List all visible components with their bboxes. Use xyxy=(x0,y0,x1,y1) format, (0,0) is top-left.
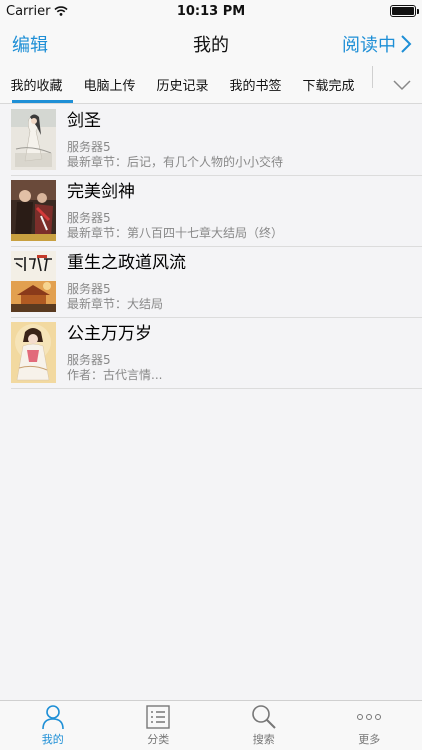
reading-label: 阅读中 xyxy=(342,35,396,56)
tabbar-label: 更多 xyxy=(358,733,381,746)
tab-divider xyxy=(372,66,373,88)
more-icon xyxy=(356,703,382,731)
book-latest-chapter: 最新章节：后记，有几个人物的小小交待 xyxy=(67,155,284,169)
book-cover xyxy=(11,251,56,312)
book-latest-chapter: 最新章节：大结局 xyxy=(67,297,164,311)
tab-downloaded[interactable]: 下载完成 xyxy=(292,66,365,103)
book-row[interactable]: 剑圣 服务器5 最新章节：后记，有几个人物的小小交待 xyxy=(0,105,422,176)
book-title: 重生之政道风流 xyxy=(67,253,186,273)
book-list: 剑圣 服务器5 最新章节：后记，有几个人物的小小交待 完美剑神 服务器5 最新章… xyxy=(0,105,422,389)
bottom-tab-bar: 我的 分类 搜索 更多 xyxy=(0,700,422,750)
book-server: 服务器5 xyxy=(67,140,111,154)
expand-tabs-button[interactable] xyxy=(382,66,422,103)
book-title: 剑圣 xyxy=(67,111,101,131)
category-tab-strip: 我的收藏 电脑上传 历史记录 我的书签 下载完成 xyxy=(0,66,422,104)
tab-list: 我的收藏 电脑上传 历史记录 我的书签 下载完成 xyxy=(0,66,382,103)
carrier-label: Carrier xyxy=(6,3,51,19)
tabbar-more[interactable]: 更多 xyxy=(317,701,422,750)
tabbar-label: 分类 xyxy=(147,733,170,746)
tab-history[interactable]: 历史记录 xyxy=(146,66,219,103)
carrier-group: Carrier xyxy=(6,3,69,19)
book-row[interactable]: 公主万万岁 服务器5 作者：古代言情... xyxy=(0,318,422,389)
book-title: 完美剑神 xyxy=(67,182,135,202)
search-icon xyxy=(251,703,277,731)
tab-label: 下载完成 xyxy=(302,79,355,94)
wifi-icon xyxy=(54,6,69,16)
tabbar-label: 搜索 xyxy=(252,733,275,746)
book-row[interactable]: 完美剑神 服务器5 最新章节：第八百四十七章大结局（终） xyxy=(0,176,422,247)
chevron-right-icon xyxy=(401,35,412,53)
book-info: 重生之政道风流 服务器5 最新章节：大结局 xyxy=(67,251,186,312)
book-info: 公主万万岁 服务器5 作者：古代言情... xyxy=(67,322,162,383)
book-cover xyxy=(11,109,56,170)
tab-label: 我的收藏 xyxy=(10,79,63,94)
navigation-bar: 编辑 我的 阅读中 xyxy=(0,22,422,66)
book-author: 作者：古代言情... xyxy=(67,368,163,382)
book-server: 服务器5 xyxy=(67,353,111,367)
book-cover xyxy=(11,180,56,241)
book-row[interactable]: 重生之政道风流 服务器5 最新章节：大结局 xyxy=(0,247,422,318)
tab-label: 历史记录 xyxy=(156,79,209,94)
tabbar-mine[interactable]: 我的 xyxy=(0,701,106,750)
tab-pc-upload[interactable]: 电脑上传 xyxy=(73,66,146,103)
reading-button[interactable]: 阅读中 xyxy=(342,31,412,57)
tab-label: 电脑上传 xyxy=(83,79,136,94)
tab-label: 我的书签 xyxy=(229,79,282,94)
tabbar-search[interactable]: 搜索 xyxy=(211,701,317,750)
book-cover xyxy=(11,322,56,383)
book-server: 服务器5 xyxy=(67,211,111,225)
book-title: 公主万万岁 xyxy=(67,324,152,344)
battery-icon xyxy=(390,5,419,17)
tab-favorites[interactable]: 我的收藏 xyxy=(0,66,73,103)
tabbar-category[interactable]: 分类 xyxy=(106,701,212,750)
chevron-down-icon xyxy=(393,79,411,90)
book-latest-chapter: 最新章节：第八百四十七章大结局（终） xyxy=(67,226,284,240)
status-bar: Carrier 10:13 PM xyxy=(0,0,422,22)
book-info: 剑圣 服务器5 最新章节：后记，有几个人物的小小交待 xyxy=(67,109,283,170)
tabbar-label: 我的 xyxy=(41,733,64,746)
edit-button[interactable]: 编辑 xyxy=(12,31,48,57)
book-server: 服务器5 xyxy=(67,282,111,296)
person-icon xyxy=(41,703,65,731)
book-info: 完美剑神 服务器5 最新章节：第八百四十七章大结局（终） xyxy=(67,180,283,241)
tab-bookmarks[interactable]: 我的书签 xyxy=(219,66,292,103)
list-icon xyxy=(146,703,170,731)
